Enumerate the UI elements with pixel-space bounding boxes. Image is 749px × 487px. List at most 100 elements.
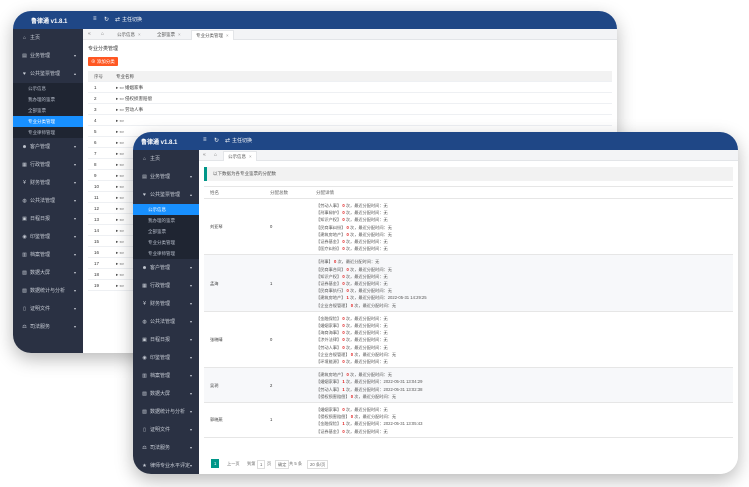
- sidebar-item[interactable]: ★ 律师专业水平评定 ▾: [133, 457, 199, 474]
- refresh-icon[interactable]: ↻: [104, 16, 109, 23]
- sidebar-item[interactable]: ▯ 证明文件 ▾: [13, 300, 83, 318]
- sidebar-item[interactable]: 我办理的鉴票: [133, 215, 199, 226]
- sidebar-item[interactable]: ▦ 行政管理 ▾: [13, 156, 83, 174]
- table-row[interactable]: 3 ▸ ▭ 劳动人事: [88, 104, 612, 115]
- sidebar-item[interactable]: 专业律师管理: [13, 127, 83, 138]
- close-icon[interactable]: ×: [178, 32, 181, 37]
- sidebar-item[interactable]: 专业分类管理: [13, 116, 83, 127]
- category-name[interactable]: ▸ ▭ 侵权损害赔偿: [116, 93, 152, 104]
- sidebar-item[interactable]: ▧ 数据统计与分析 ▾: [13, 282, 83, 300]
- sidebar-item[interactable]: ▨ 数据大屏 ▾: [133, 385, 199, 403]
- sidebar-item[interactable]: ◍ 公共法管理 ▾: [13, 192, 83, 210]
- stamp-icon: ◉: [142, 355, 147, 361]
- folder-icon: ▭: [119, 173, 124, 178]
- sidebar-item[interactable]: 公示信息: [13, 83, 83, 94]
- sidebar-item[interactable]: 全部鉴票: [13, 105, 83, 116]
- sidebar-item[interactable]: ▣ 日程日报 ▾: [133, 331, 199, 349]
- sidebar-item[interactable]: 专业律师管理: [133, 248, 199, 259]
- category-name[interactable]: ▸ ▭: [116, 126, 124, 137]
- menu-toggle-icon[interactable]: ≡: [203, 137, 207, 143]
- home-tab-icon[interactable]: ⌂: [214, 152, 217, 158]
- sidebar-item[interactable]: ▤ 业务管理 ▾: [13, 47, 83, 65]
- sidebar-item[interactable]: ▥ 档案管理 ▾: [133, 367, 199, 385]
- collapse-icon[interactable]: «: [88, 31, 91, 37]
- close-icon[interactable]: ×: [138, 32, 141, 37]
- table-row: 张晓晴 0 【金融保险】 0 次，最近分配时间：无 【婚姻家事】 0 次，最近分配时间…: [204, 312, 733, 369]
- category-name[interactable]: ▸ ▭: [116, 159, 124, 170]
- sidebar-item-label: 档案管理: [30, 252, 51, 258]
- collapse-icon[interactable]: «: [203, 152, 206, 158]
- law-icon: ⚖: [22, 324, 27, 330]
- goto-input[interactable]: 1: [257, 460, 266, 469]
- close-icon[interactable]: ×: [249, 154, 252, 159]
- sidebar-item[interactable]: ⚖ 司法服务 ▾: [133, 439, 199, 457]
- page-current[interactable]: 1: [211, 459, 220, 468]
- tab-all-cases[interactable]: 全部鉴票 ×: [153, 30, 185, 40]
- sidebar-item[interactable]: ⚖ 司法服务 ▾: [13, 318, 83, 336]
- category-name[interactable]: ▸ ▭ 婚姻家事: [116, 82, 143, 93]
- category-name[interactable]: ▸ ▭: [116, 192, 124, 203]
- category-name[interactable]: ▸ ▭: [116, 203, 124, 214]
- add-category-button[interactable]: ⊕ 添加分类: [88, 57, 118, 66]
- sidebar-item[interactable]: 公示信息: [133, 204, 199, 215]
- switch-link[interactable]: 主任切换: [122, 16, 142, 23]
- refresh-icon[interactable]: ↻: [214, 137, 219, 144]
- category-name[interactable]: ▸ ▭: [116, 280, 124, 291]
- switch-link[interactable]: 主任切换: [232, 137, 252, 144]
- sidebar-item[interactable]: ▣ 日程日报 ▾: [13, 210, 83, 228]
- sidebar-item[interactable]: 全部鉴票: [133, 226, 199, 237]
- sidebar-item[interactable]: ☻ 客户管理 ▾: [133, 259, 199, 277]
- page-prev[interactable]: 上一页: [227, 459, 240, 468]
- sidebar-item[interactable]: ◉ 印鉴管理 ▾: [133, 349, 199, 367]
- tab-notice[interactable]: 公示信息 ×: [223, 151, 257, 161]
- category-name[interactable]: ▸ ▭: [116, 225, 124, 236]
- sidebar-item[interactable]: 我办理的鉴票: [13, 94, 83, 105]
- sidebar-item[interactable]: ¥ 财务管理 ▾: [13, 174, 83, 192]
- sidebar-item[interactable]: ¥ 财务管理 ▾: [133, 295, 199, 313]
- sidebar-item[interactable]: ♥ 公共鉴票管理 ▴: [133, 186, 199, 204]
- sidebar-item[interactable]: ▨ 数据大屏 ▾: [13, 264, 83, 282]
- detail-line: 【建筑房地产】 0 次，最近分配时间：无: [316, 372, 392, 378]
- category-name[interactable]: ▸ ▭: [116, 247, 124, 258]
- folder-icon: ▭: [119, 250, 124, 255]
- table-row[interactable]: 4 ▸ ▭: [88, 115, 612, 126]
- sidebar-item[interactable]: ⌂ 主页: [13, 29, 83, 47]
- switch-icon[interactable]: ⇄: [225, 137, 230, 144]
- category-name[interactable]: ▸ ▭: [116, 214, 124, 225]
- confirm-button[interactable]: 确定: [275, 460, 290, 469]
- user-icon: ☻: [141, 265, 148, 271]
- sidebar-item[interactable]: ▧ 数据统计与分析 ▾: [133, 403, 199, 421]
- category-name[interactable]: ▸ ▭: [116, 181, 124, 192]
- sidebar-item[interactable]: ▥ 档案管理 ▾: [13, 246, 83, 264]
- category-name[interactable]: ▸ ▭: [116, 115, 124, 126]
- table-row[interactable]: 2 ▸ ▭ 侵权损害赔偿: [88, 93, 612, 104]
- home-tab-icon[interactable]: ⌂: [101, 31, 104, 37]
- chart-icon: ▨: [142, 391, 147, 397]
- category-name[interactable]: ▸ ▭: [116, 170, 124, 181]
- chevron-icon: ▾: [189, 373, 192, 378]
- close-icon[interactable]: ×: [226, 33, 229, 38]
- category-name[interactable]: ▸ ▭: [116, 137, 124, 148]
- category-name[interactable]: ▸ ▭: [116, 148, 124, 159]
- category-name[interactable]: ▸ ▭: [116, 269, 124, 280]
- sidebar-item[interactable]: ▤ 业务管理 ▾: [133, 168, 199, 186]
- table-row[interactable]: 1 ▸ ▭ 婚姻家事: [88, 82, 612, 93]
- sidebar-item[interactable]: ◍ 公共法管理 ▾: [133, 313, 199, 331]
- menu-toggle-icon[interactable]: ≡: [93, 16, 97, 22]
- sidebar-item[interactable]: ◉ 印鉴管理 ▾: [13, 228, 83, 246]
- sidebar-item[interactable]: ▦ 行政管理 ▾: [133, 277, 199, 295]
- sidebar-item[interactable]: 专业分类管理: [133, 237, 199, 248]
- category-name[interactable]: ▸ ▭ 劳动人事: [116, 104, 143, 115]
- sidebar-item[interactable]: ▯ 证明文件 ▾: [133, 421, 199, 439]
- tab-notice[interactable]: 公示信息 ×: [113, 30, 145, 40]
- per-page-select[interactable]: 20 条/页: [307, 460, 329, 469]
- folder-icon: ▭: [119, 261, 124, 266]
- sidebar-item-label: 档案管理: [150, 373, 171, 379]
- category-name[interactable]: ▸ ▭: [116, 236, 124, 247]
- tab-category[interactable]: 专业分类管理 ×: [191, 30, 234, 40]
- sidebar-item[interactable]: ♥ 公共鉴票管理 ▴: [13, 65, 83, 83]
- category-name[interactable]: ▸ ▭: [116, 258, 124, 269]
- switch-icon[interactable]: ⇄: [115, 16, 120, 23]
- sidebar-item[interactable]: ☻ 客户管理 ▾: [13, 138, 83, 156]
- sidebar-item[interactable]: ⌂ 主页: [133, 150, 199, 168]
